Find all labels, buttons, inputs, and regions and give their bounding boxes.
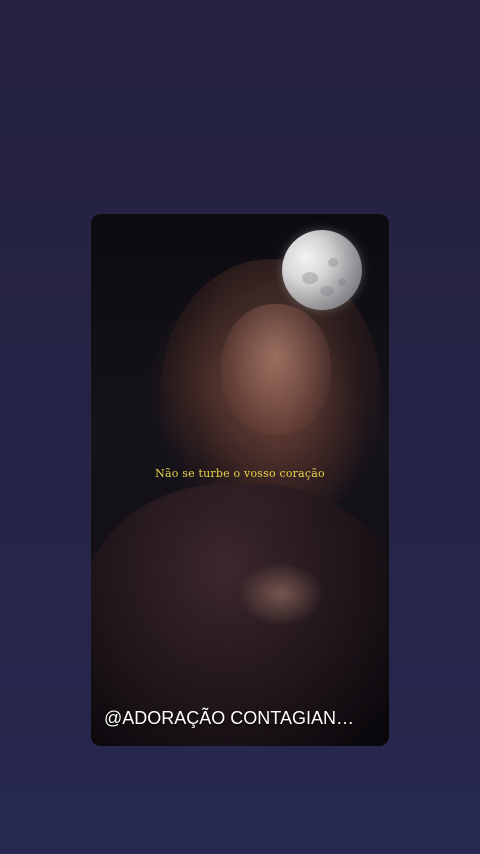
moon-icon: [282, 230, 362, 310]
singer-face: [221, 304, 331, 434]
singer-jacket: [91, 484, 389, 746]
singer-hand: [241, 564, 321, 624]
screen: { "video": { "lyric": "Não se turbe o vo…: [0, 0, 480, 854]
video-card[interactable]: Não se turbe o vosso coração @ADORAÇÃO C…: [91, 214, 389, 746]
channel-handle[interactable]: @ADORAÇÃO CONTAGIAN…: [104, 708, 354, 729]
lyric-caption: Não se turbe o vosso coração: [155, 467, 325, 480]
